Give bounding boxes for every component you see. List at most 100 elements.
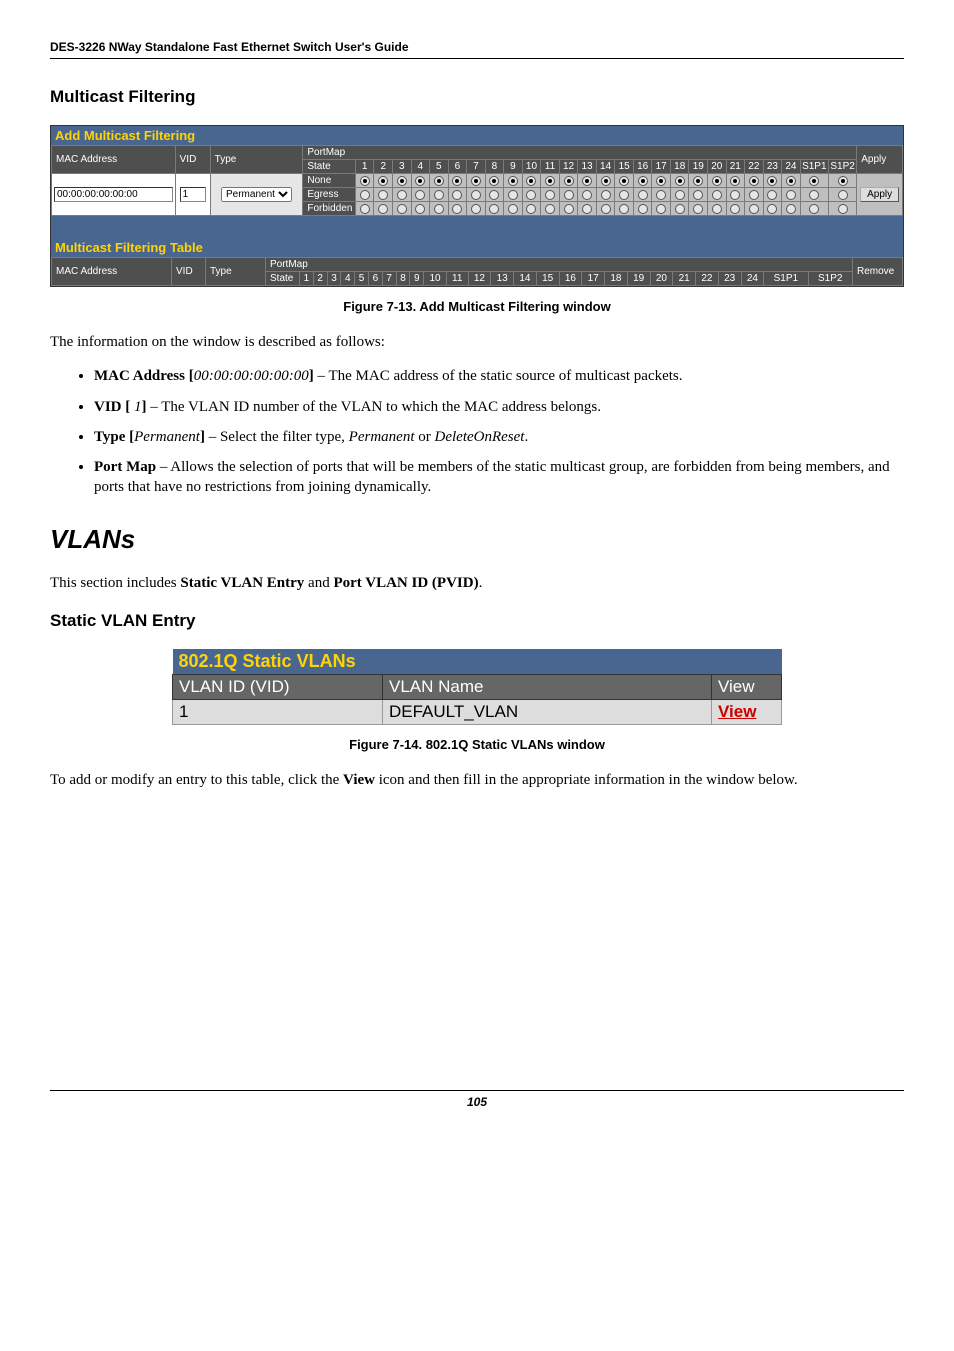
radio-forbidden[interactable]: [485, 202, 504, 216]
radio-egress[interactable]: [467, 188, 486, 202]
radio-forbidden[interactable]: [448, 202, 467, 216]
radio-forbidden[interactable]: [430, 202, 449, 216]
radio-none[interactable]: [782, 174, 801, 188]
radio-egress[interactable]: [689, 188, 708, 202]
radio-forbidden[interactable]: [726, 202, 745, 216]
option: DeleteOnReset: [435, 429, 525, 445]
radio-none[interactable]: [745, 174, 764, 188]
radio-none[interactable]: [559, 174, 578, 188]
radio-forbidden[interactable]: [633, 202, 652, 216]
radio-none[interactable]: [578, 174, 597, 188]
radio-forbidden[interactable]: [355, 202, 374, 216]
radio-egress[interactable]: [411, 188, 430, 202]
radio-forbidden[interactable]: [522, 202, 541, 216]
radio-egress[interactable]: [745, 188, 764, 202]
radio-none[interactable]: [355, 174, 374, 188]
intro-para: The information on the window is describ…: [50, 332, 904, 352]
radio-none[interactable]: [763, 174, 782, 188]
portcol: 17: [652, 160, 671, 174]
vid-input[interactable]: [180, 187, 206, 202]
radio-forbidden[interactable]: [828, 202, 856, 216]
radio-egress[interactable]: [615, 188, 634, 202]
radio-forbidden[interactable]: [504, 202, 523, 216]
apply-button[interactable]: Apply: [860, 187, 899, 202]
apply-cell: Apply: [857, 174, 903, 216]
radio-egress[interactable]: [596, 188, 615, 202]
radio-egress[interactable]: [763, 188, 782, 202]
radio-egress[interactable]: [828, 188, 856, 202]
radio-none[interactable]: [485, 174, 504, 188]
radio-forbidden[interactable]: [596, 202, 615, 216]
mac-address-input[interactable]: [54, 187, 173, 202]
add-multicast-filtering-panel: Add Multicast Filtering MAC Address VID …: [50, 125, 904, 287]
radio-egress[interactable]: [726, 188, 745, 202]
radio-forbidden[interactable]: [670, 202, 689, 216]
radio-egress[interactable]: [800, 188, 828, 202]
radio-none[interactable]: [467, 174, 486, 188]
radio-forbidden[interactable]: [578, 202, 597, 216]
radio-egress[interactable]: [652, 188, 671, 202]
type-select[interactable]: Permanent: [221, 187, 292, 202]
radio-egress[interactable]: [559, 188, 578, 202]
radio-forbidden[interactable]: [615, 202, 634, 216]
radio-none[interactable]: [541, 174, 560, 188]
portcol: 10: [424, 272, 447, 286]
radio-forbidden[interactable]: [745, 202, 764, 216]
radio-forbidden[interactable]: [800, 202, 828, 216]
radio-forbidden[interactable]: [782, 202, 801, 216]
radio-egress[interactable]: [392, 188, 411, 202]
radio-forbidden[interactable]: [559, 202, 578, 216]
radio-forbidden[interactable]: [467, 202, 486, 216]
radio-egress[interactable]: [485, 188, 504, 202]
radio-forbidden[interactable]: [541, 202, 560, 216]
vlan-panel-title: 802.1Q Static VLANs: [173, 649, 782, 675]
ft-col-mac: MAC Address: [52, 258, 172, 286]
radio-egress[interactable]: [633, 188, 652, 202]
radio-egress[interactable]: [448, 188, 467, 202]
radio-egress[interactable]: [504, 188, 523, 202]
radio-none[interactable]: [522, 174, 541, 188]
radio-none[interactable]: [652, 174, 671, 188]
radio-none[interactable]: [430, 174, 449, 188]
portcol: 1: [355, 160, 374, 174]
radio-forbidden[interactable]: [374, 202, 393, 216]
portcol: 11: [541, 160, 560, 174]
vlans-intro: This section includes Static VLAN Entry …: [50, 573, 904, 593]
view-link[interactable]: View: [718, 702, 756, 721]
radio-forbidden[interactable]: [392, 202, 411, 216]
radio-egress[interactable]: [578, 188, 597, 202]
radio-none[interactable]: [504, 174, 523, 188]
radio-egress[interactable]: [355, 188, 374, 202]
radio-none[interactable]: [800, 174, 828, 188]
portcol: 4: [411, 160, 430, 174]
radio-forbidden[interactable]: [689, 202, 708, 216]
radio-none[interactable]: [726, 174, 745, 188]
radio-egress[interactable]: [670, 188, 689, 202]
radio-none[interactable]: [392, 174, 411, 188]
portcol: 11: [446, 272, 468, 286]
radio-forbidden[interactable]: [411, 202, 430, 216]
radio-none[interactable]: [411, 174, 430, 188]
radio-egress[interactable]: [430, 188, 449, 202]
radio-egress[interactable]: [708, 188, 727, 202]
radio-none[interactable]: [828, 174, 856, 188]
radio-none[interactable]: [615, 174, 634, 188]
radio-none[interactable]: [448, 174, 467, 188]
text: or: [415, 429, 435, 445]
radio-egress[interactable]: [522, 188, 541, 202]
radio-egress[interactable]: [374, 188, 393, 202]
radio-none[interactable]: [374, 174, 393, 188]
portcol: 8: [396, 272, 410, 286]
radio-none[interactable]: [670, 174, 689, 188]
radio-forbidden[interactable]: [708, 202, 727, 216]
radio-none[interactable]: [708, 174, 727, 188]
value: 00:00:00:00:00:00: [194, 368, 309, 384]
radio-forbidden[interactable]: [763, 202, 782, 216]
portcol: 7: [467, 160, 486, 174]
radio-egress[interactable]: [782, 188, 801, 202]
radio-egress[interactable]: [541, 188, 560, 202]
radio-forbidden[interactable]: [652, 202, 671, 216]
radio-none[interactable]: [689, 174, 708, 188]
radio-none[interactable]: [596, 174, 615, 188]
radio-none[interactable]: [633, 174, 652, 188]
